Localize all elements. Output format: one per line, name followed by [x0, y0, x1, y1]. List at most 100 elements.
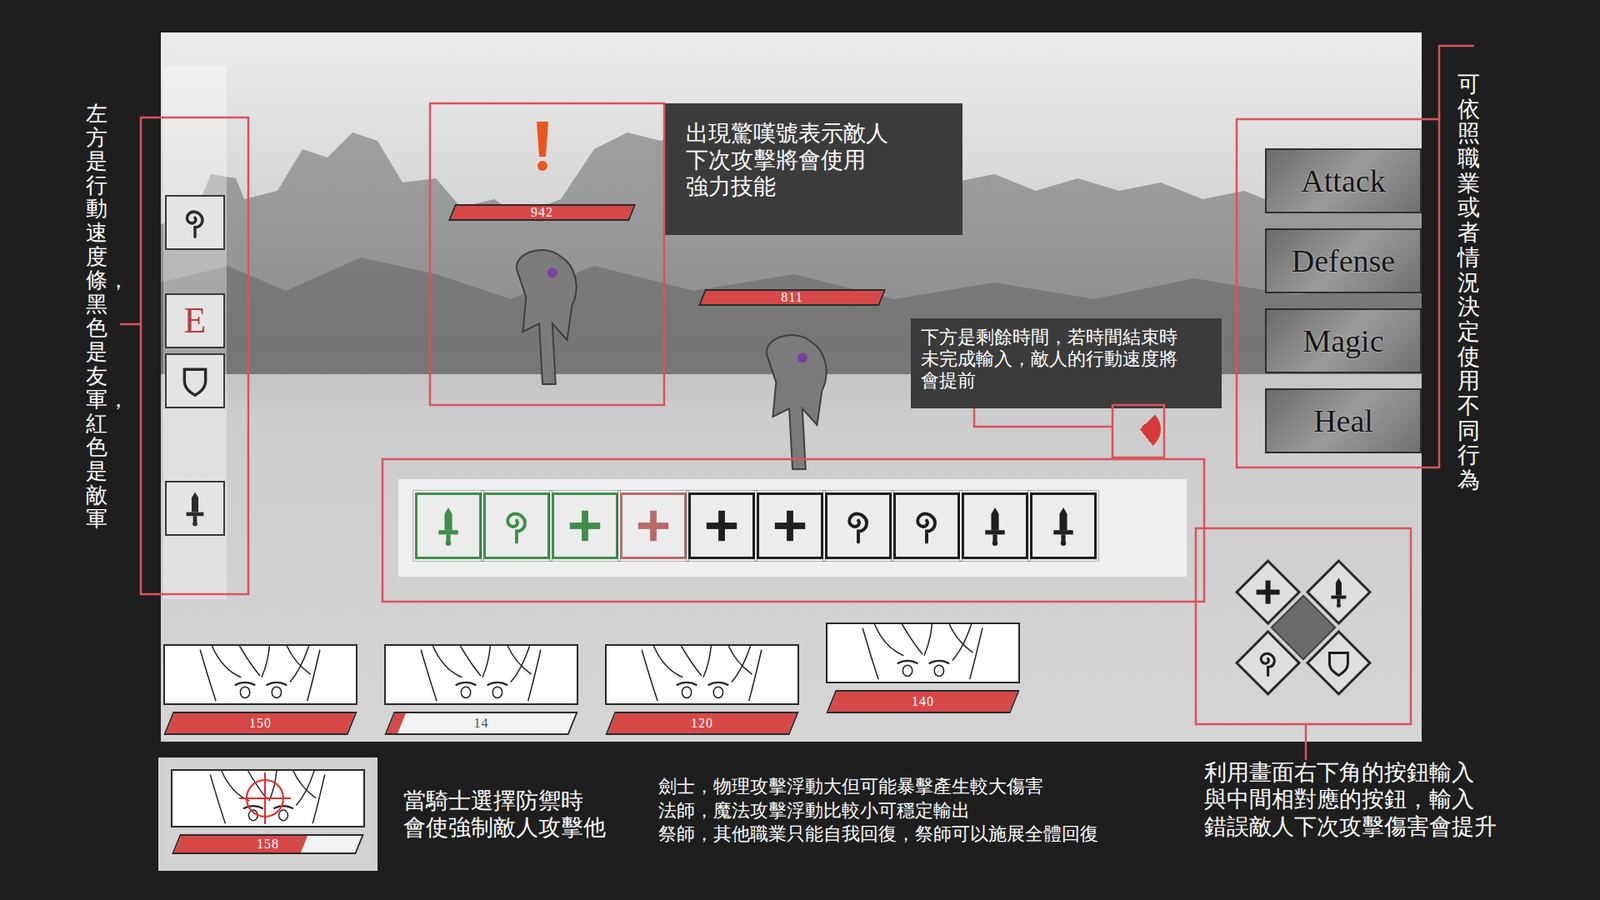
class-note: 劍士，物理攻擊浮動大但可能暴擊產生較大傷害法師，魔法攻擊浮動比較小可穩定輸出祭師… [658, 775, 1175, 847]
input-slot [415, 492, 482, 560]
hp-fill [174, 835, 308, 853]
speed-bar-unit [166, 196, 224, 249]
action-button[interactable]: Attack [1265, 148, 1422, 214]
member-hp-bar: 14 [389, 711, 574, 735]
shield-icon [175, 361, 215, 400]
plus-icon [563, 504, 607, 548]
note-line: 未完成輸入，敵人的行動速度將 [920, 348, 1214, 370]
note-line: 劍士，物理攻擊浮動大但可能暴擊產生較大傷害 [658, 775, 1175, 800]
input-slot [1030, 492, 1097, 560]
spiral-icon [495, 504, 539, 548]
note-line: 會使強制敵人攻擊他 [403, 814, 633, 841]
portrait [170, 769, 365, 828]
knight-hp-bar: 158 [175, 834, 360, 855]
spiral-icon [1251, 645, 1285, 680]
speed-bar-item [165, 195, 225, 250]
note-line: 出現驚嘆號表示敵人 [685, 120, 946, 147]
hp-value: 120 [690, 716, 714, 730]
enemy-hp-bar: 811 [701, 289, 883, 306]
knight-note: 當騎士選擇防禦時會使強制敵人攻擊他 [403, 787, 633, 842]
speed-bar-unit [166, 355, 224, 407]
note-line: 利用畫面右下角的按鈕輸入 [1204, 759, 1538, 786]
speed-bar: E [163, 188, 227, 561]
hp-value: 942 [530, 205, 554, 220]
input-note: 利用畫面右下角的按鈕輸入與中間相對應的按鈕，輸入錯誤敵人下次攻擊傷害會提升 [1204, 759, 1538, 840]
sword-icon [1041, 504, 1085, 548]
party-member[interactable]: 120 [605, 644, 800, 735]
game-screen: E 出現驚嘆號表示敵人下次攻擊將會使用強力技能 下方是剩餘時間，若時間結束時未完… [160, 32, 1422, 742]
party-member[interactable]: 150 [163, 644, 358, 735]
stage: 左方是行動速度條，黑色是友軍，紅色是敵軍 E 出現驚嘆號表示敵人下次攻擊將會使用… [0, 0, 1600, 900]
note-line: 當騎士選擇防禦時 [403, 787, 633, 815]
plus-icon [700, 504, 744, 548]
plus-icon [631, 504, 675, 548]
portrait [825, 622, 1020, 684]
action-button[interactable]: Magic [1265, 308, 1422, 374]
knight-example: 158 [158, 757, 378, 871]
portrait [384, 644, 579, 705]
enemy[interactable]: 942 [451, 120, 633, 388]
enemy[interactable]: 811 [701, 205, 883, 473]
input-slot [756, 492, 824, 560]
enemy-hp-bar: 942 [451, 204, 633, 221]
hp-value: 140 [911, 695, 935, 709]
portrait [163, 644, 358, 705]
crosshair-icon [237, 770, 293, 826]
notes-row: 158 當騎士選擇防禦時會使強制敵人攻擊他 劍士，物理攻擊浮動大但可能暴擊產生較… [0, 741, 1600, 900]
spiral-icon [836, 504, 880, 548]
speed-bar-item [165, 353, 225, 409]
actions-note: 可依照職業或者情況決定使用不同行為 [1457, 71, 1480, 493]
note-line: 會提前 [920, 370, 1214, 392]
note-line: 下次攻擊將會使用 [685, 146, 946, 174]
input-slot [620, 492, 687, 560]
creature-figure [491, 240, 594, 388]
action-menu: Attack Defense Magic Heal [1265, 148, 1422, 454]
speed-bar-annotation: 左方是行動速度條，黑色是友軍，紅色是敵軍 [0, 32, 161, 742]
speed-bar-item: E [165, 293, 225, 349]
input-slot [551, 492, 619, 560]
party-member[interactable]: 14 [384, 644, 579, 735]
member-hp-bar: 150 [168, 711, 353, 735]
input-slot [688, 492, 755, 560]
note-line: 錯誤敵人下次攻擊傷害會提升 [1204, 813, 1538, 840]
plus-icon [1251, 575, 1285, 610]
enemy-letter: E [184, 302, 207, 340]
hp-value: 811 [780, 290, 803, 305]
hp-value: 150 [249, 716, 272, 730]
sword-icon [1321, 575, 1355, 610]
member-hp-bar: 120 [610, 711, 795, 735]
speed-bar-item [165, 480, 225, 536]
input-slot [483, 492, 550, 560]
actions-annotation: 可依照職業或者情況決定使用不同行為 [1421, 0, 1600, 742]
party-row: 150 14 120 140 [163, 622, 1020, 735]
speed-bar-unit [166, 482, 224, 535]
timer-pie [1119, 408, 1161, 450]
sword-icon [973, 504, 1017, 548]
input-sequence [398, 479, 1187, 577]
speed-bar-unit: E [166, 295, 224, 347]
speed-bar-note: 左方是行動速度條，黑色是友軍，紅色是敵軍 [85, 101, 108, 531]
spiral-icon [905, 504, 949, 548]
hp-value: 158 [256, 837, 280, 851]
note-line: 法師，魔法攻擊浮動比較小可穩定輸出 [658, 799, 1175, 824]
action-button[interactable]: Defense [1265, 228, 1422, 294]
input-slot [825, 492, 892, 560]
spiral-icon [175, 203, 215, 242]
shield-icon [1321, 645, 1355, 680]
party-member[interactable]: 140 [825, 622, 1020, 714]
portrait [605, 644, 800, 705]
input-pad [1200, 524, 1408, 732]
annotation-lines [0, 0, 1600, 900]
plus-icon [768, 504, 812, 548]
hp-value: 14 [474, 716, 490, 730]
sword-icon [175, 489, 215, 528]
hp-fill [386, 713, 406, 734]
note-line: 強力技能 [685, 173, 946, 200]
note-line: 下方是剩餘時間，若時間結束時 [920, 326, 1214, 349]
input-slot [893, 492, 960, 560]
action-button[interactable]: Heal [1265, 388, 1422, 454]
timer-tooltip: 下方是剩餘時間，若時間結束時未完成輸入，敵人的行動速度將會提前 [910, 318, 1222, 409]
exclamation-icon [532, 120, 553, 174]
warning-tooltip: 出現驚嘆號表示敵人下次攻擊將會使用強力技能 [664, 103, 963, 235]
note-line: 與中間相對應的按鈕，輸入 [1204, 785, 1538, 813]
